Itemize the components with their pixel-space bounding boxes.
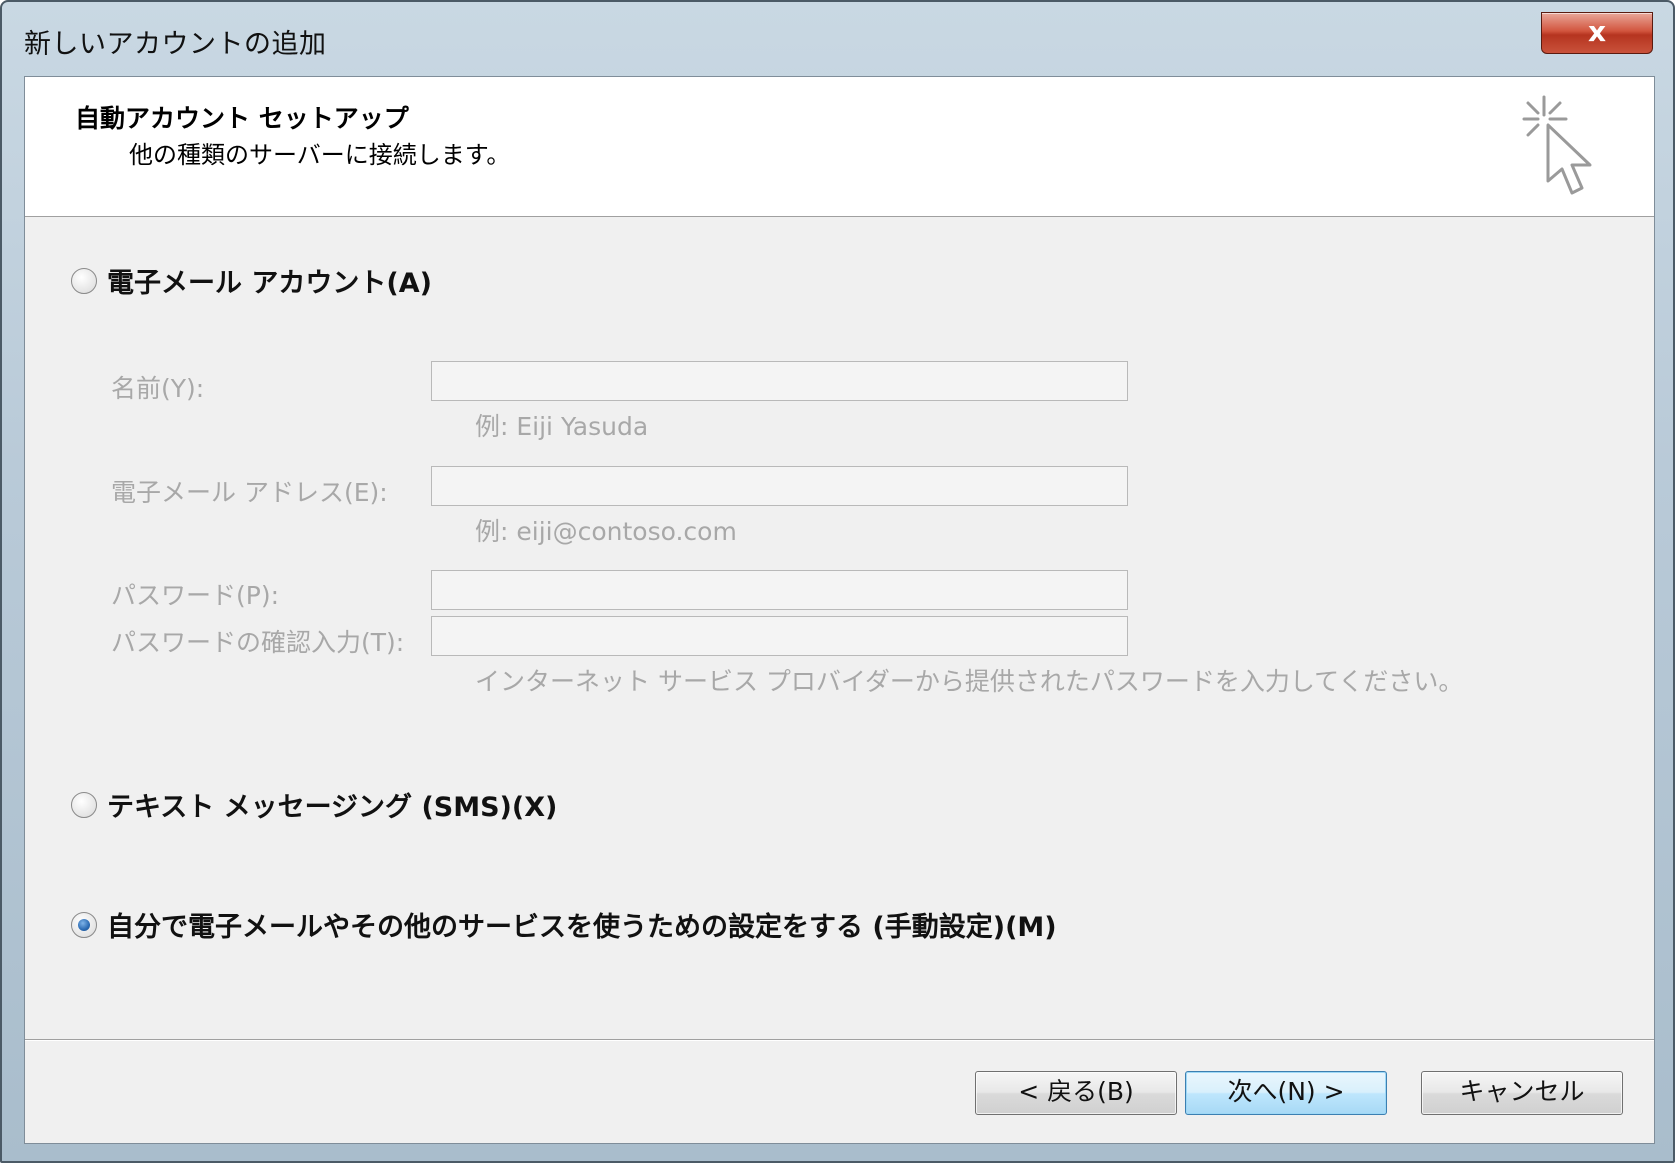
manual-setup-radio[interactable] xyxy=(71,911,97,938)
title-bar[interactable]: 新しいアカウントの追加 x xyxy=(2,2,1673,74)
email-account-label: 電子メール アカウント(A) xyxy=(107,268,432,299)
header-subtitle: 他の種類のサーバーに接続します。 xyxy=(129,141,511,169)
manual-setup-option[interactable]: 自分で電子メールやその他のサービスを使うための設定をする (手動設定)(M) xyxy=(71,905,1057,944)
confirm-password-field[interactable] xyxy=(431,616,1128,656)
name-field[interactable] xyxy=(431,361,1128,401)
footer-divider xyxy=(25,1039,1654,1041)
manual-setup-label: 自分で電子メールやその他のサービスを使うための設定をする (手動設定)(M) xyxy=(107,912,1057,943)
password-hint: インターネット サービス プロバイダーから提供されたパスワードを入力してください… xyxy=(475,667,1464,696)
close-button[interactable]: x xyxy=(1541,12,1653,54)
name-label: 名前(Y): xyxy=(111,374,205,403)
sms-label: テキスト メッセージング (SMS)(X) xyxy=(107,792,558,823)
window-title: 新しいアカウントの追加 xyxy=(24,29,327,60)
cancel-button[interactable]: キャンセル xyxy=(1421,1071,1623,1115)
wizard-header: 自動アカウント セットアップ 他の種類のサーバーに接続します。 xyxy=(25,77,1654,217)
email-hint: 例: eiji@contoso.com xyxy=(475,517,737,546)
cursor-sparkle-icon xyxy=(1522,95,1592,195)
password-field[interactable] xyxy=(431,570,1128,610)
sms-radio[interactable] xyxy=(71,791,97,818)
header-title: 自動アカウント セットアップ xyxy=(75,104,409,133)
back-button[interactable]: < 戻る(B) xyxy=(975,1071,1177,1115)
confirm-password-label: パスワードの確認入力(T): xyxy=(111,628,405,657)
email-account-option[interactable]: 電子メール アカウント(A) xyxy=(71,261,432,300)
password-label: パスワード(P): xyxy=(111,581,280,610)
sms-option[interactable]: テキスト メッセージング (SMS)(X) xyxy=(71,785,557,824)
next-button[interactable]: 次へ(N) > xyxy=(1185,1071,1387,1115)
email-account-radio[interactable] xyxy=(71,267,97,294)
email-label: 電子メール アドレス(E): xyxy=(111,478,388,507)
name-hint: 例: Eiji Yasuda xyxy=(475,412,649,441)
email-field[interactable] xyxy=(431,466,1128,506)
dialog-client-area: 自動アカウント セットアップ 他の種類のサーバーに接続します。 電子メール アカ… xyxy=(24,76,1655,1144)
dialog-window: 新しいアカウントの追加 x 自動アカウント セットアップ 他の種類のサーバーに接… xyxy=(0,0,1675,1163)
